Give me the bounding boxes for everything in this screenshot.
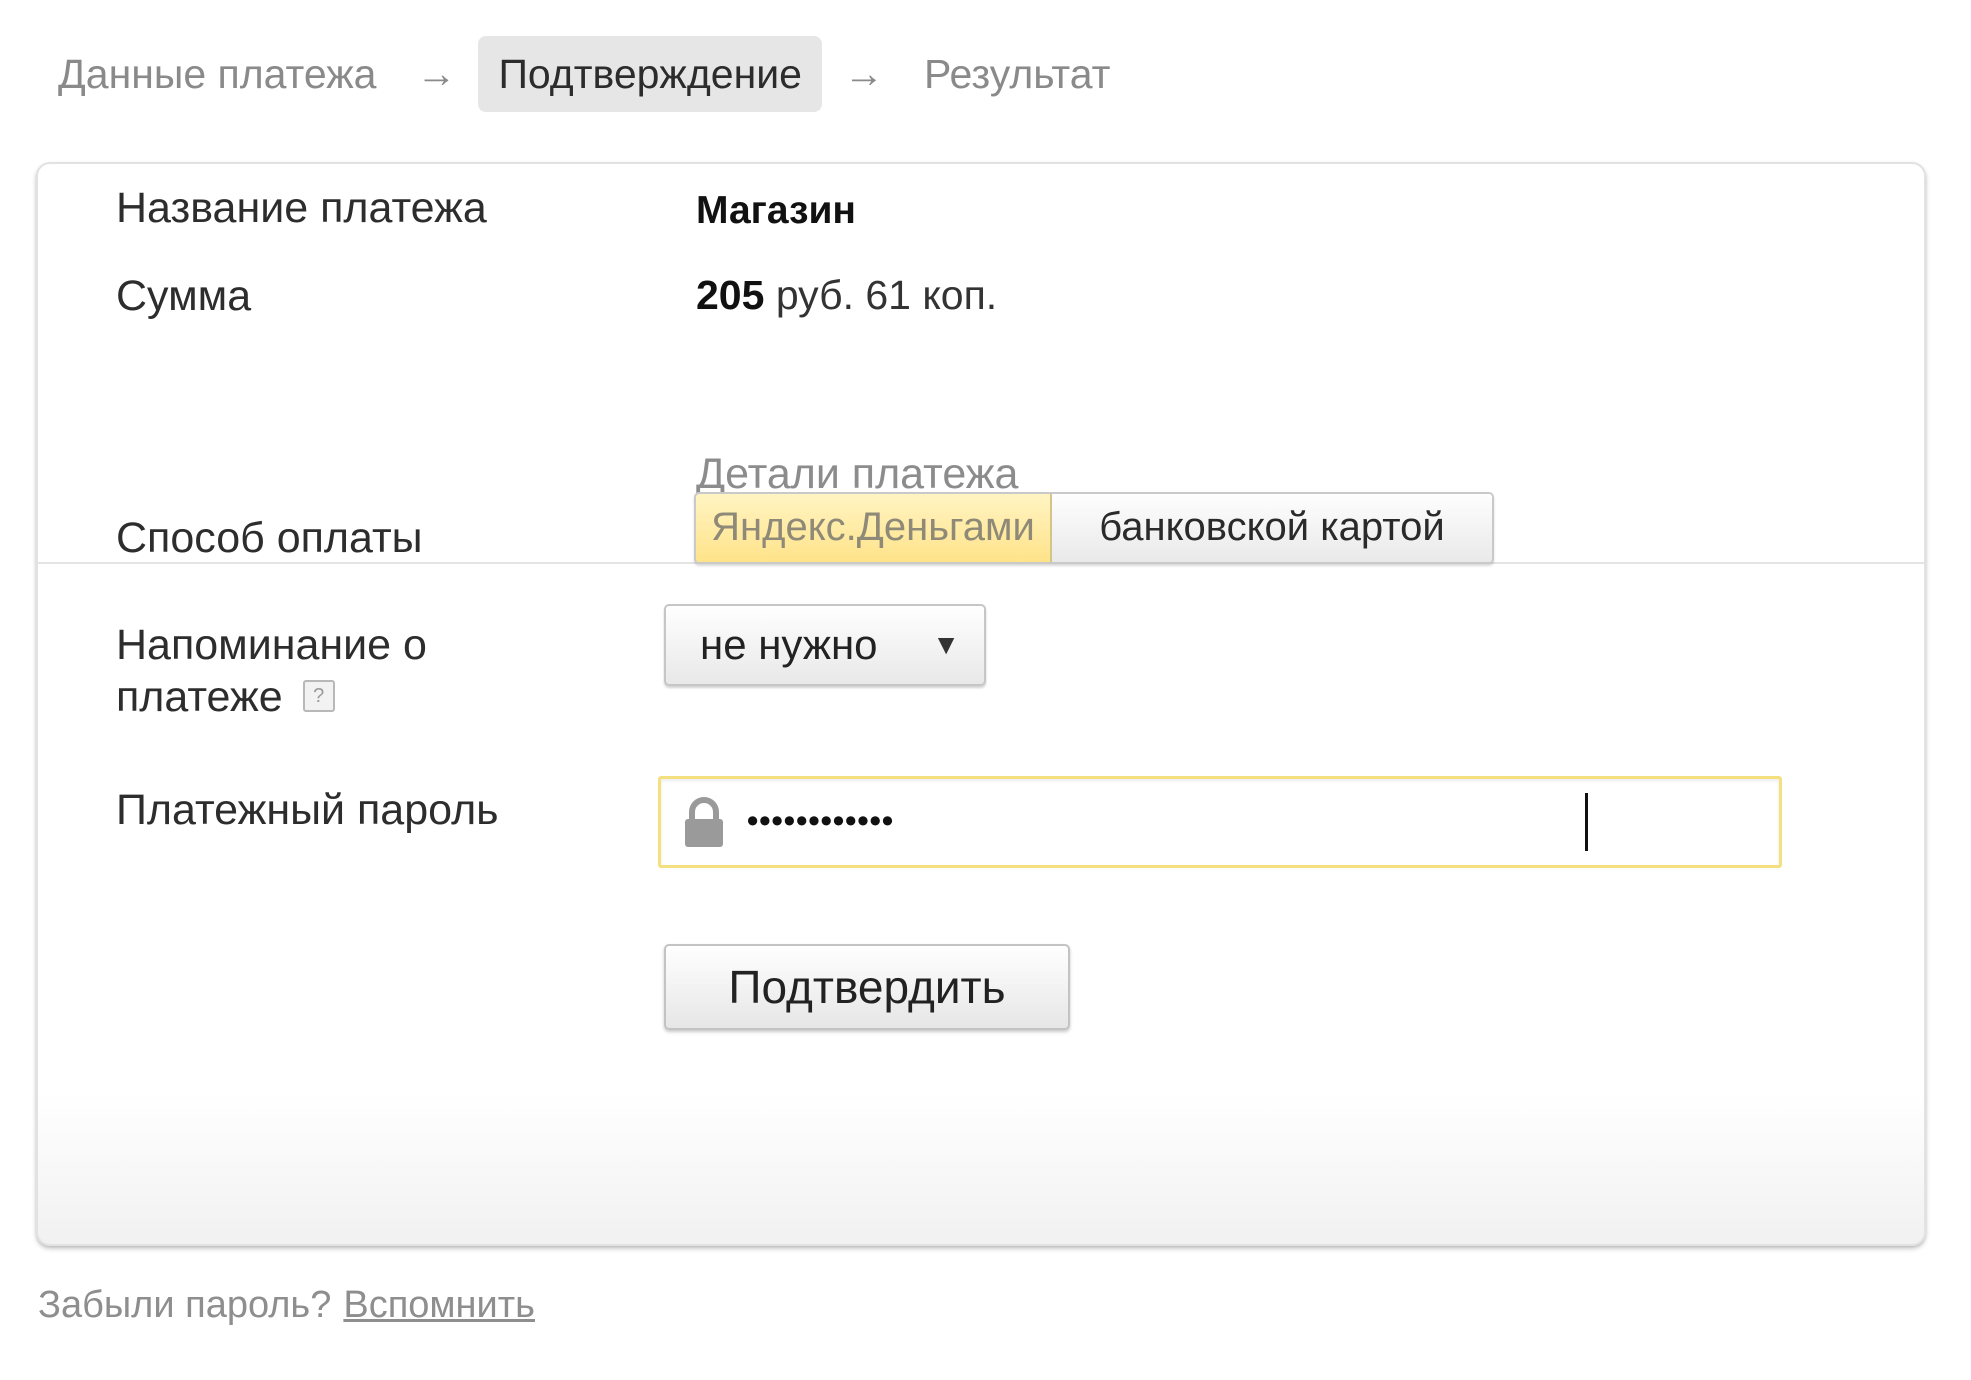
triangle-down-icon: ▼ [932, 629, 960, 660]
forgot-password-question: Забыли пароль? [38, 1284, 332, 1326]
text-caret [1585, 793, 1588, 851]
forgot-password-row: Забыли пароль? Вспомнить [38, 1284, 535, 1327]
sum-label: Сумма [116, 272, 252, 320]
confirm-button[interactable]: Подтвердить [664, 944, 1070, 1030]
breadcrumb-arrow-icon: → [843, 52, 884, 96]
breadcrumb: Данные платежа → Подтверждение → Результ… [40, 36, 1128, 112]
breadcrumb-arrow-icon: → [416, 52, 457, 96]
sum-value: 205 руб. 61 коп. [696, 270, 997, 322]
sum-amount-rest: руб. 61 коп. [764, 272, 998, 318]
sum-amount-rubles: 205 [696, 272, 765, 318]
payment-method-switch: Яндекс.Деньгами банковской картой [694, 492, 1494, 564]
breadcrumb-step-confirmation: Подтверждение [478, 36, 822, 112]
payment-password-label: Платежный пароль [116, 786, 499, 834]
lock-icon [685, 797, 723, 847]
payment-password-input[interactable] [743, 792, 1743, 852]
payment-method-yandex-money[interactable]: Яндекс.Деньгами [696, 494, 1052, 562]
reminder-select[interactable]: не нужно ▼ [664, 604, 986, 686]
payment-password-field[interactable] [658, 776, 1782, 868]
reminder-label-line1: Напоминание о [116, 621, 427, 669]
breadcrumb-step-result: Результат [923, 51, 1111, 97]
reminder-label: Напоминание о платеже? [116, 619, 427, 723]
reminder-select-value: не нужно [700, 621, 878, 668]
payment-name-label: Название платежа [116, 184, 487, 232]
reminder-label-line2: платеже [116, 673, 283, 721]
payment-method-bank-card[interactable]: банковской картой [1052, 494, 1492, 562]
payment-name-value: Магазин [696, 189, 856, 232]
breadcrumb-step-payment-data: Данные платежа [58, 51, 377, 97]
payment-card: Название платежа Магазин Сумма 205 руб. … [36, 162, 1926, 1246]
payment-method-label: Способ оплаты [116, 514, 423, 562]
help-icon[interactable]: ? [302, 679, 335, 712]
recover-password-link[interactable]: Вспомнить [343, 1284, 535, 1326]
